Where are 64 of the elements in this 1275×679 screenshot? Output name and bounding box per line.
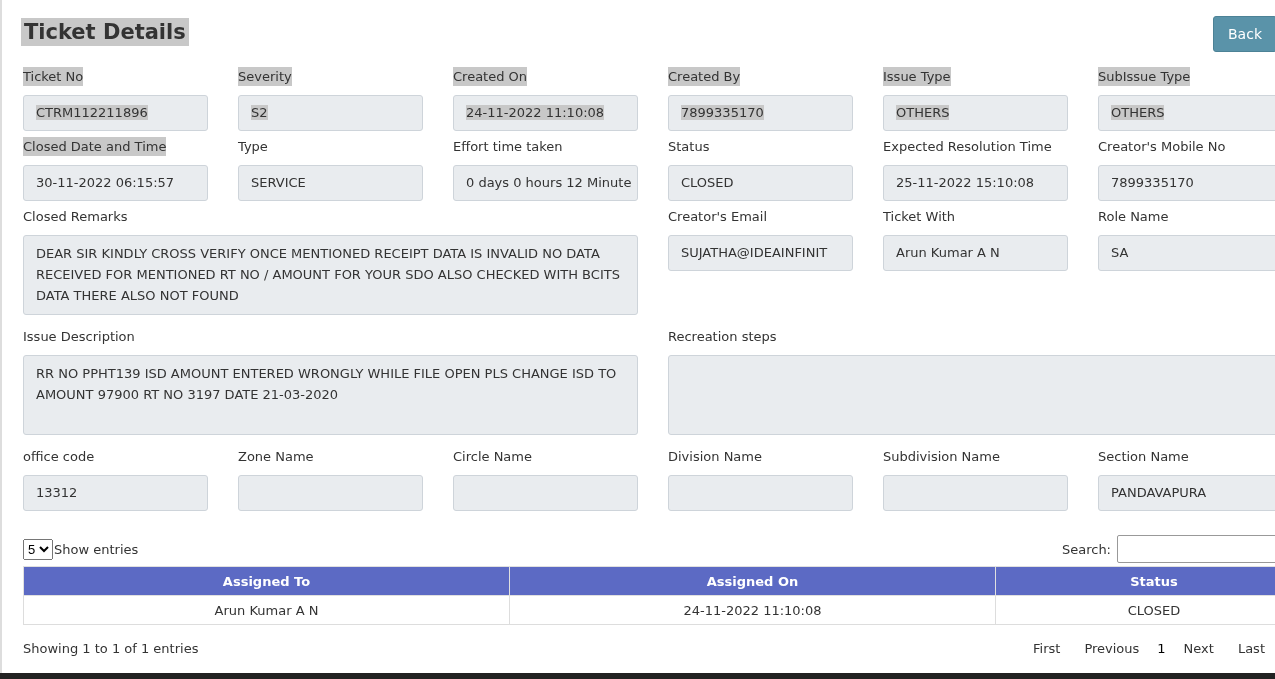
input-field[interactable]: S2 [238, 95, 423, 131]
input-field[interactable] [453, 475, 638, 511]
field-label: Role Name [1098, 208, 1169, 226]
input-field[interactable]: SUJATHA@IDEAINFINIT [668, 235, 853, 271]
input-field[interactable]: 0 days 0 hours 12 Minute [453, 165, 638, 201]
input-field[interactable]: 30-11-2022 06:15:57 [23, 165, 208, 201]
pagination-link[interactable]: Previous [1072, 641, 1152, 656]
field-label: Created On [453, 67, 528, 86]
field-label: Creator's Email [668, 208, 768, 226]
input-field[interactable]: 13312 [23, 475, 208, 511]
field-label: Recreation steps [668, 328, 777, 346]
column-header[interactable]: Status [995, 566, 1275, 596]
field-label: Expected Resolution Time [883, 138, 1052, 156]
field-label: Division Name [668, 448, 762, 466]
field-label: Status [668, 138, 710, 156]
table-cell: 24-11-2022 11:10:08 [509, 595, 996, 625]
input-field[interactable]: CLOSED [668, 165, 853, 201]
field-label: Issue Description [23, 328, 135, 346]
text-area[interactable]: DEAR SIR KINDLY CROSS VERIFY ONCE MENTIONED RECEIPT DATA IS INVALID NO DATA RECEIVED FOR MENTIONED RT NO / AMOUNT FOR YOUR SDO ALSO CHECKED WITH BCITS DATA THERE ALSO NOT FOUND [23, 235, 638, 315]
input-field[interactable] [883, 475, 1068, 511]
field-label: Severity [238, 67, 292, 86]
field-label: Type [238, 138, 268, 156]
search-label: Search: [1061, 541, 1111, 557]
input-field[interactable]: OTHERS [1098, 95, 1275, 131]
page-size-select[interactable]: 5 [23, 538, 53, 560]
pagination-link[interactable]: Last [1225, 641, 1275, 656]
input-field[interactable]: SA [1098, 235, 1275, 271]
input-field[interactable]: 24-11-2022 11:10:08 [453, 95, 638, 131]
field-label: Section Name [1098, 448, 1189, 466]
entries-info: Showing 1 to 1 of 1 entries [23, 641, 199, 656]
pagination-link[interactable]: Next [1171, 641, 1226, 656]
field-label: office code [23, 448, 95, 466]
table-cell: Arun Kumar A N [23, 595, 510, 625]
text-area[interactable]: RR NO PPHT139 ISD AMOUNT ENTERED WRONGLY WHILE FILE OPEN PLS CHANGE ISD TO AMOUNT 97900 RT NO 3197 DATE 21-03-2020 [23, 355, 638, 435]
field-label: Closed Remarks [23, 208, 128, 226]
pagination-link[interactable]: 1 [1151, 641, 1172, 656]
field-label: Subdivision Name [883, 448, 1000, 466]
pagination-link[interactable]: First [1021, 641, 1073, 656]
show-entries-label: Show entries [54, 541, 139, 557]
field-label: Zone Name [238, 448, 314, 466]
input-field[interactable] [238, 475, 423, 511]
input-field[interactable]: 7899335170 [1098, 165, 1275, 201]
input-field[interactable]: Arun Kumar A N [883, 235, 1068, 271]
field-label: Creator's Mobile No [1098, 138, 1226, 156]
field-label: Effort time taken [453, 138, 563, 156]
search-field[interactable] [1117, 535, 1275, 563]
field-label: Created By [668, 67, 741, 86]
field-label: Ticket With [883, 208, 956, 226]
field-label: Circle Name [453, 448, 532, 466]
column-header[interactable]: Assigned On [509, 566, 996, 596]
input-field[interactable]: 25-11-2022 15:10:08 [883, 165, 1068, 201]
field-label: Ticket No [23, 67, 84, 86]
field-label: Issue Type [883, 67, 951, 86]
input-field[interactable]: SERVICE [238, 165, 423, 201]
field-label: Closed Date and Time [23, 137, 167, 156]
input-field[interactable]: OTHERS [883, 95, 1068, 131]
input-field[interactable]: 7899335170 [668, 95, 853, 131]
text-area[interactable] [668, 355, 1275, 435]
input-field[interactable]: CTRM112211896 [23, 95, 208, 131]
input-field[interactable] [668, 475, 853, 511]
input-field[interactable]: PANDAVAPURA [1098, 475, 1275, 511]
field-label: SubIssue Type [1098, 67, 1191, 86]
column-header[interactable]: Assigned To [23, 566, 510, 596]
page-title: Ticket Details [21, 18, 189, 46]
